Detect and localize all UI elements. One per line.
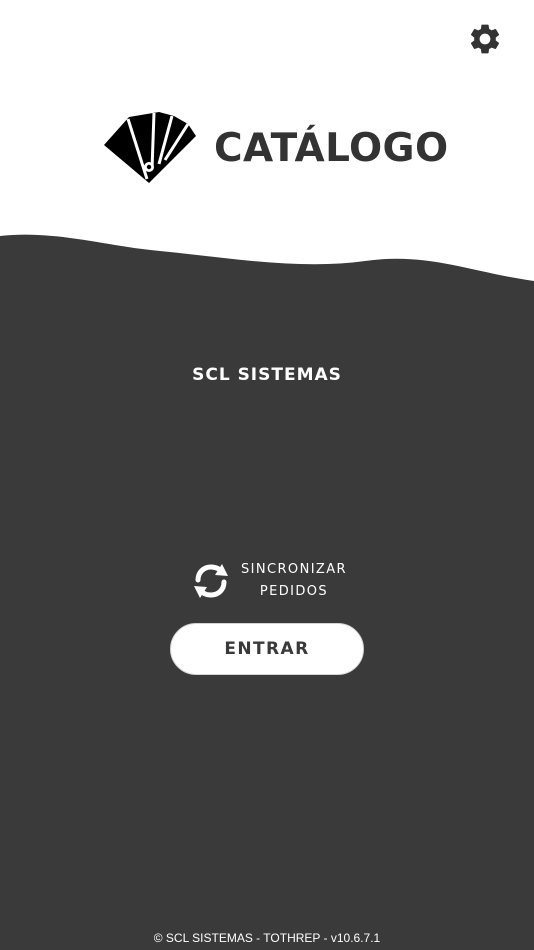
sync-icon (194, 564, 228, 598)
login-screen: CATÁLOGO SCL SISTEMAS SINCRONIZAR PEDIDO… (0, 0, 534, 950)
settings-button[interactable] (466, 20, 504, 58)
sync-orders-label: SINCRONIZAR PEDIDOS (241, 562, 347, 599)
catalog-logo: CATÁLOGO (104, 111, 448, 185)
sync-orders-button[interactable]: SINCRONIZAR PEDIDOS (190, 557, 350, 605)
app-title: CATÁLOGO (214, 125, 449, 171)
company-name: SCL SISTEMAS (192, 365, 342, 385)
enter-button[interactable]: ENTRAR (170, 623, 364, 675)
gear-icon (470, 24, 500, 54)
tag-fan-logo-icon (104, 112, 196, 183)
footer-copyright: © SCL SISTEMAS - TOTHREP - v10.6.7.1 (153, 931, 381, 945)
